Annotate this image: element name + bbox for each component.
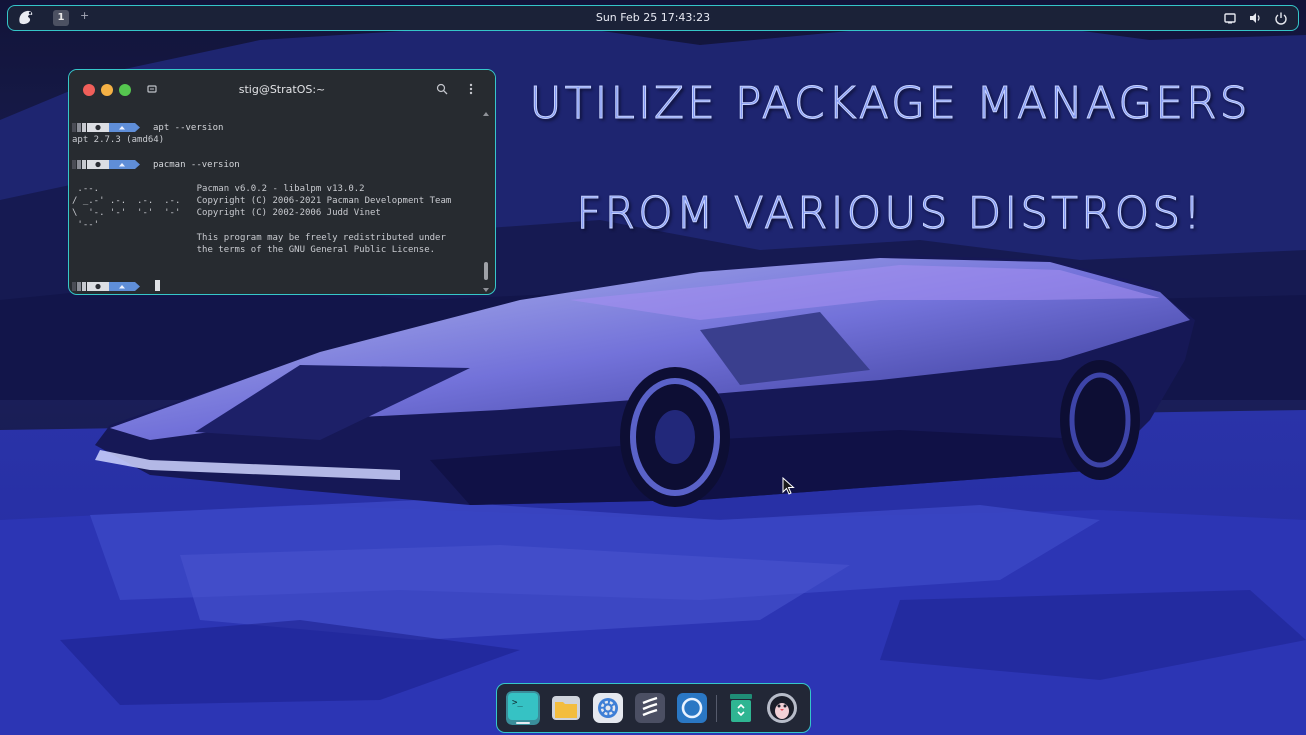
terminal-titlebar[interactable]: stig@StratOS:~: [69, 70, 495, 108]
wallpaper-headline-2: FROM VARIOUS DISTROS!: [576, 188, 1204, 240]
terminal-scrollbar[interactable]: [483, 112, 489, 292]
command-text: apt --version: [153, 123, 224, 133]
trash-icon[interactable]: [725, 692, 757, 724]
prompt-line: apt --version: [72, 122, 482, 134]
window-title: stig@StratOS:~: [238, 83, 326, 96]
search-icon[interactable]: [435, 82, 449, 96]
dock-separator: [716, 695, 717, 722]
prompt-line: pacman --version: [72, 159, 482, 171]
prompt-segment-icon: [72, 282, 140, 291]
output-line: \ '-. '-' '-' '-' Copyright (C) 2002-200…: [72, 208, 381, 218]
prompt-segment-icon: [72, 123, 140, 132]
command-text: pacman --version: [153, 160, 240, 170]
folder-icon[interactable]: [550, 692, 582, 724]
output-line: .--. Pacman v6.0.2 - libalpm v13.0.2: [72, 184, 365, 194]
penguin-icon[interactable]: [766, 692, 798, 724]
wallpaper-headline-1: UTILIZE PACKAGE MANAGERS: [529, 78, 1251, 130]
menu-icon[interactable]: [464, 82, 478, 96]
prompt-segment-icon: [72, 160, 140, 169]
output-line: the terms of the GNU General Public Lice…: [72, 245, 436, 255]
gear-icon[interactable]: [592, 692, 624, 724]
power-icon[interactable]: [1274, 11, 1288, 25]
text-editor-icon[interactable]: [634, 692, 666, 724]
output-line: / _.-' .-. .-. .-. Copyright (C) 2006-20…: [72, 196, 452, 206]
screen-icon[interactable]: [1223, 11, 1237, 25]
top-panel: 1 + Sun Feb 25 17:43:23: [7, 5, 1299, 31]
text-cursor: [155, 280, 160, 291]
output-line: apt 2.7.3 (amd64): [72, 135, 165, 145]
dock: >_: [496, 683, 811, 733]
output-line: This program may be freely redistributed…: [72, 233, 446, 243]
output-line: '--': [72, 220, 100, 230]
mouse-pointer-icon: [782, 477, 795, 495]
clock[interactable]: Sun Feb 25 17:43:23: [8, 11, 1298, 24]
terminal-output[interactable]: apt --version apt 2.7.3 (amd64) pacman -…: [72, 117, 482, 294]
prompt-line: [72, 280, 482, 293]
svg-text:>_: >_: [512, 698, 523, 708]
terminal-icon[interactable]: >_: [506, 691, 540, 725]
volume-icon[interactable]: [1248, 11, 1262, 25]
browser-icon[interactable]: [676, 692, 708, 724]
terminal-window[interactable]: stig@StratOS:~ apt --version apt 2.7.3 (…: [68, 69, 496, 295]
